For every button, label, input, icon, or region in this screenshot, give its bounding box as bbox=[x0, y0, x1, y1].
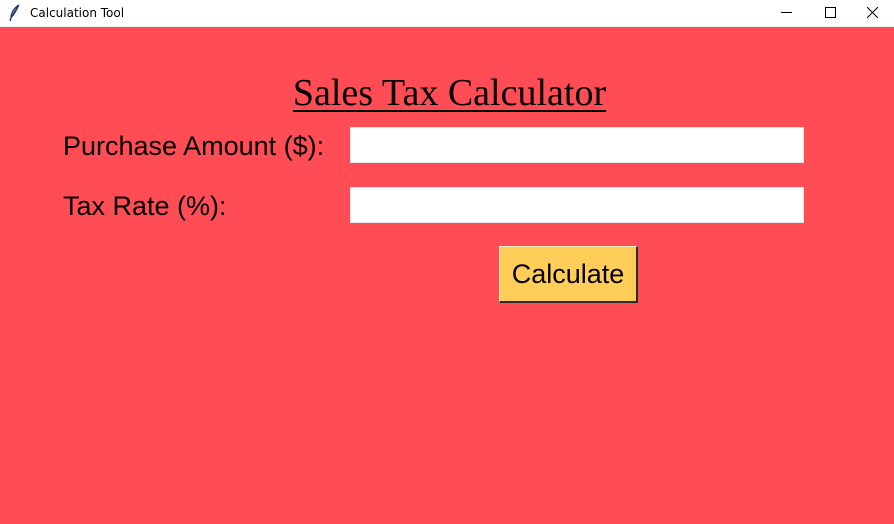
close-icon bbox=[866, 6, 878, 18]
tax-rate-input[interactable] bbox=[350, 187, 804, 223]
title-bar[interactable]: Calculation Tool bbox=[0, 0, 894, 27]
close-button[interactable] bbox=[850, 0, 894, 24]
calculate-button[interactable]: Calculate bbox=[499, 246, 638, 303]
purchase-amount-input[interactable] bbox=[350, 127, 804, 163]
window-title: Calculation Tool bbox=[30, 6, 125, 20]
calculator-panel: Sales Tax Calculator Purchase Amount ($)… bbox=[0, 27, 894, 524]
maximize-button[interactable] bbox=[808, 0, 852, 24]
minimize-icon bbox=[780, 7, 792, 18]
feather-icon bbox=[8, 4, 22, 22]
minimize-button[interactable] bbox=[764, 0, 808, 24]
tax-rate-label: Tax Rate (%): bbox=[63, 191, 227, 221]
maximize-icon bbox=[824, 6, 836, 18]
purchase-amount-label: Purchase Amount ($): bbox=[63, 131, 325, 161]
app-window: Calculation Tool Sales Tax Calculator Pu… bbox=[0, 0, 894, 524]
page-title: Sales Tax Calculator bbox=[292, 72, 607, 114]
